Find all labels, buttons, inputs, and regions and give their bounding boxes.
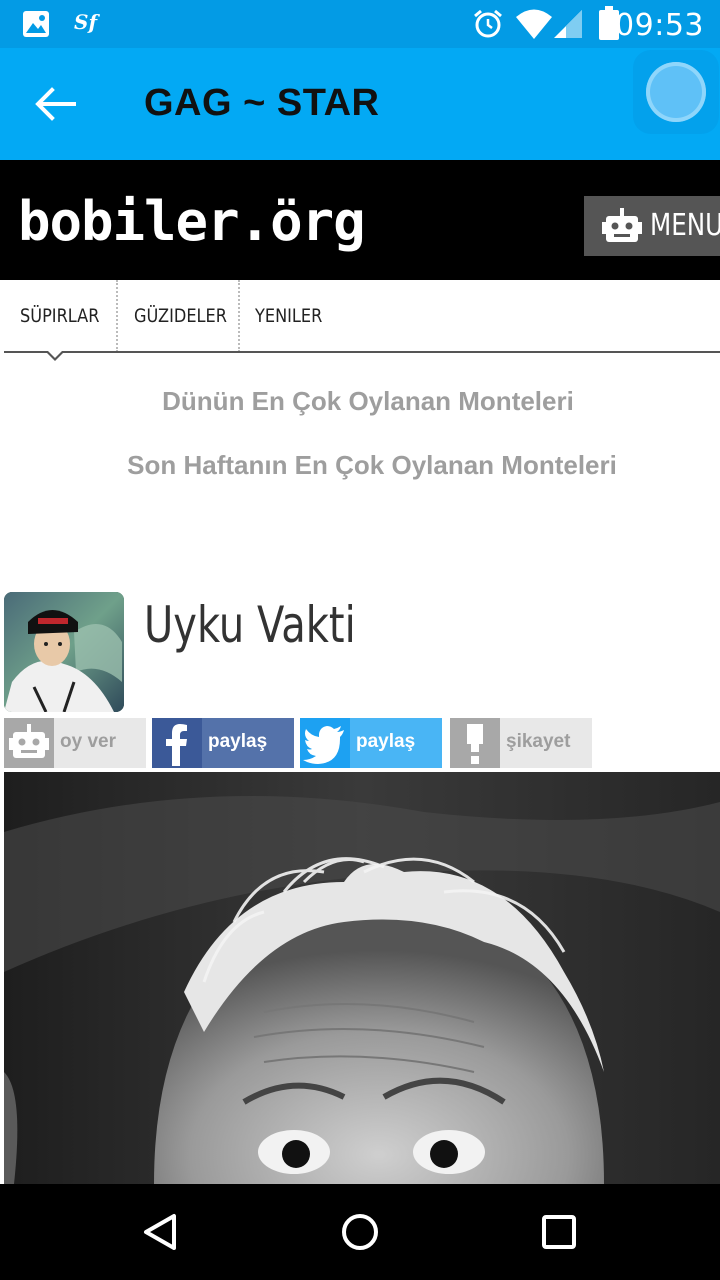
tab-divider [238,280,240,352]
einstein-photo [4,772,720,1184]
sf-icon: Sf [74,10,98,34]
vote-label: oy ver [60,731,116,752]
facebook-share-label: paylaş [208,731,268,752]
active-tab-caret-icon [46,351,64,361]
site-header: bobiler.örg MENU [0,160,720,280]
status-bar: Sf 09:53 [0,0,720,48]
post-title[interactable]: Uyku Vakti [144,596,356,654]
alarm-icon [474,9,502,38]
report-button[interactable]: şikayet [450,718,592,768]
tab-supirlar[interactable]: SÜPIRLAR [20,280,99,352]
home-circle-icon[interactable] [340,1212,380,1252]
post-image[interactable] [4,772,720,1184]
floating-bubble-button[interactable] [633,50,719,134]
facebook-share-button[interactable]: paylaş [152,718,294,768]
clock: 09:53 [615,8,704,43]
back-triangle-icon[interactable] [140,1212,180,1252]
facebook-icon [152,718,202,768]
tab-yeniler[interactable]: YENILER [255,280,322,352]
exclamation-icon [450,718,500,768]
tab-divider [116,280,118,352]
avatar-image [4,592,124,712]
twitter-share-button[interactable]: paylaş [300,718,442,768]
app-title: GAG ~ STAR [144,82,380,124]
twitter-share-label: paylaş [356,731,416,752]
avatar[interactable] [4,592,124,712]
image-icon [23,11,49,37]
robot-icon [4,718,54,768]
app-bar: GAG ~ STAR [0,48,720,160]
link-yesterday-top[interactable]: Dünün En Çok Oylanan Monteleri [8,386,720,417]
tab-bar: SÜPIRLAR GÜZIDELER YENILER [0,280,720,361]
tab-underline [4,351,720,353]
robot-icon [602,208,642,242]
link-week-top[interactable]: Son Haftanın En Çok Oylanan Monteleri [12,450,720,481]
report-label: şikayet [506,731,571,752]
wifi-icon [516,9,552,39]
menu-label: MENU [650,208,720,243]
arrow-left-icon[interactable] [34,86,78,122]
menu-button[interactable]: MENU [584,196,720,256]
recents-square-icon[interactable] [541,1214,577,1250]
vote-button[interactable]: oy ver [4,718,146,768]
nav-bar [0,1184,720,1280]
signal-icon [554,10,582,38]
tab-guzideler[interactable]: GÜZIDELER [134,280,227,352]
site-logo[interactable]: bobiler.örg [18,190,366,253]
bubble-circle-icon [646,62,706,122]
twitter-icon [300,718,350,768]
